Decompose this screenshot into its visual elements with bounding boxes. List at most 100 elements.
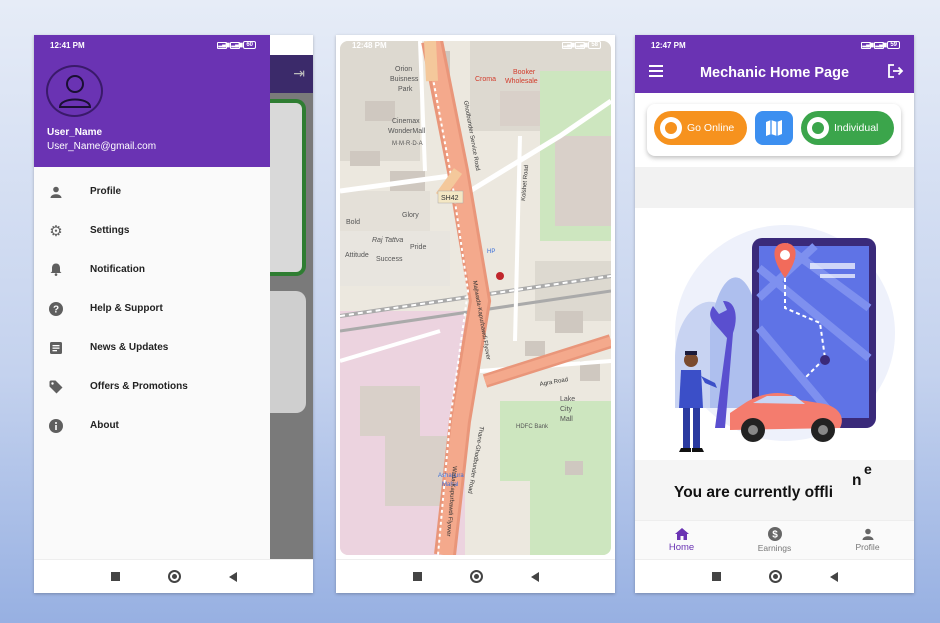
home-icon — [674, 527, 689, 540]
individual-label: Individual — [834, 122, 879, 134]
map-label: Cinemax — [392, 118, 420, 125]
map-label: Croma — [475, 76, 496, 83]
home-screen: 12:47 PM ▂▄▆ ▂▄▆ 59 Mechanic Home Page Go… — [635, 35, 914, 593]
map-screen: Orion Buisness Park Croma Booker Wholesa… — [336, 35, 615, 593]
toggle-knob — [660, 117, 682, 139]
map-label: Raj Tattva — [372, 237, 403, 244]
page-title: Mechanic Home Page — [699, 65, 850, 81]
map-label: City — [560, 406, 573, 413]
status-time: 12:41 PM — [50, 40, 85, 50]
status-icons: ▂▄▆ ▂▄▆ 59 — [861, 41, 900, 49]
nav-label: Earnings — [757, 543, 792, 553]
app-bar: 12:47 PM ▂▄▆ ▂▄▆ 59 Mechanic Home Page — [635, 35, 914, 93]
battery-indicator: 60 — [243, 41, 256, 49]
menu-item-notification[interactable]: Notification — [34, 250, 270, 289]
map-label: Booker — [513, 69, 536, 76]
map-label: WonderMall — [388, 128, 426, 135]
menu-item-help[interactable]: ? Help & Support — [34, 289, 270, 328]
status-icons: ▂▄▆ ▂▄▆ 58 — [562, 41, 601, 49]
map-icon — [766, 120, 782, 136]
recents-button[interactable] — [110, 572, 120, 581]
menu-item-label: Help & Support — [90, 303, 163, 314]
battery-indicator: 58 — [588, 41, 601, 49]
avatar[interactable] — [46, 65, 103, 117]
menu-item-settings[interactable]: ⚙ Settings — [34, 211, 270, 250]
bell-icon — [48, 262, 64, 278]
nav-item-home[interactable]: Home — [635, 521, 728, 559]
map-label: HP — [487, 249, 495, 255]
map-label: Kolshet Road — [521, 165, 530, 201]
recents-button[interactable] — [711, 572, 721, 581]
background-card — [270, 291, 306, 413]
home-system-button[interactable] — [167, 570, 181, 583]
menu-item-label: News & Updates — [90, 342, 169, 353]
info-icon — [48, 418, 64, 434]
menu-item-label: Notification — [90, 264, 145, 275]
go-online-toggle[interactable]: Go Online — [654, 111, 747, 145]
logout-icon: ⇥ — [293, 65, 305, 81]
offline-status-text: You are currently offli — [674, 484, 834, 501]
bottom-navigation: Home $ Earnings Profile — [635, 520, 914, 559]
system-navigation-bar — [336, 559, 615, 593]
system-navigation-bar — [635, 559, 914, 593]
map-label: Bold — [346, 219, 360, 226]
background-page: ⇥ — [270, 55, 313, 559]
menu-item-label: About — [90, 420, 119, 431]
offline-status-letter-e: e — [864, 461, 872, 477]
user-email: User_Name@gmail.com — [47, 141, 157, 152]
status-time: 12:48 PM — [352, 40, 387, 50]
home-system-button[interactable] — [469, 570, 483, 583]
status-time: 12:47 PM — [651, 40, 686, 50]
toggle-knob — [807, 117, 829, 139]
user-name: User_Name — [47, 127, 103, 138]
offline-status-section: You are currently offli n e — [635, 460, 914, 520]
recents-button[interactable] — [412, 572, 422, 581]
back-button[interactable] — [530, 571, 539, 582]
individual-toggle[interactable]: Individual — [801, 111, 894, 145]
person-icon — [58, 75, 91, 108]
map-button[interactable] — [755, 111, 793, 145]
person-icon — [48, 184, 64, 200]
map-label: Pride — [410, 244, 426, 251]
navigation-drawer: 12:41 PM ▂▄▆ ▂▄▆ 60 User_Name User_Name@g… — [34, 35, 270, 559]
system-navigation-bar — [34, 559, 313, 593]
nav-item-earnings[interactable]: $ Earnings — [728, 521, 821, 559]
menu-item-about[interactable]: About — [34, 406, 270, 445]
spacer-band — [635, 167, 914, 208]
drawer-screen: ⇥ 12:41 PM ▂▄▆ ▂▄▆ 60 User_Name User_Name… — [34, 35, 313, 593]
drawer-header: 12:41 PM ▂▄▆ ▂▄▆ 60 User_Name User_Name@g… — [34, 35, 270, 167]
help-icon: ? — [48, 301, 64, 317]
drawer-menu: Profile ⚙ Settings Notification ? Help &… — [34, 172, 270, 445]
menu-item-news[interactable]: News & Updates — [34, 328, 270, 367]
home-system-button[interactable] — [768, 570, 782, 583]
battery-indicator: 59 — [887, 41, 900, 49]
offline-status-letter-n: n — [852, 472, 862, 489]
logout-icon[interactable] — [888, 64, 904, 83]
map-label: Wholesale — [505, 78, 538, 85]
svg-text:$: $ — [772, 530, 778, 541]
map-label: Mall — [560, 416, 573, 423]
dollar-icon: $ — [767, 527, 782, 541]
mechanic-illustration — [635, 208, 914, 460]
map-view[interactable]: Orion Buisness Park Croma Booker Wholesa… — [340, 41, 611, 555]
menu-item-label: Offers & Promotions — [90, 381, 188, 392]
go-online-label: Go Online — [687, 122, 735, 134]
status-controls-card: Go Online Individual — [647, 104, 901, 156]
tag-icon — [48, 379, 64, 395]
back-button[interactable] — [829, 571, 838, 582]
map-label: Buisness — [390, 76, 419, 83]
map-label: Orion — [395, 66, 412, 73]
gear-icon: ⚙ — [49, 222, 63, 240]
nav-item-profile[interactable]: Profile — [821, 521, 914, 559]
map-label: HDFC Bank — [516, 424, 549, 430]
background-card — [270, 99, 306, 276]
map-label: SH42 — [441, 195, 459, 202]
menu-item-profile[interactable]: Profile — [34, 172, 270, 211]
menu-item-offers[interactable]: Offers & Promotions — [34, 367, 270, 406]
status-icons: ▂▄▆ ▂▄▆ 60 — [217, 41, 256, 49]
map-label: Glory — [402, 212, 419, 219]
person-icon — [862, 528, 873, 540]
nav-label: Profile — [855, 542, 880, 552]
map-label: Lake — [560, 396, 575, 403]
back-button[interactable] — [228, 571, 237, 582]
